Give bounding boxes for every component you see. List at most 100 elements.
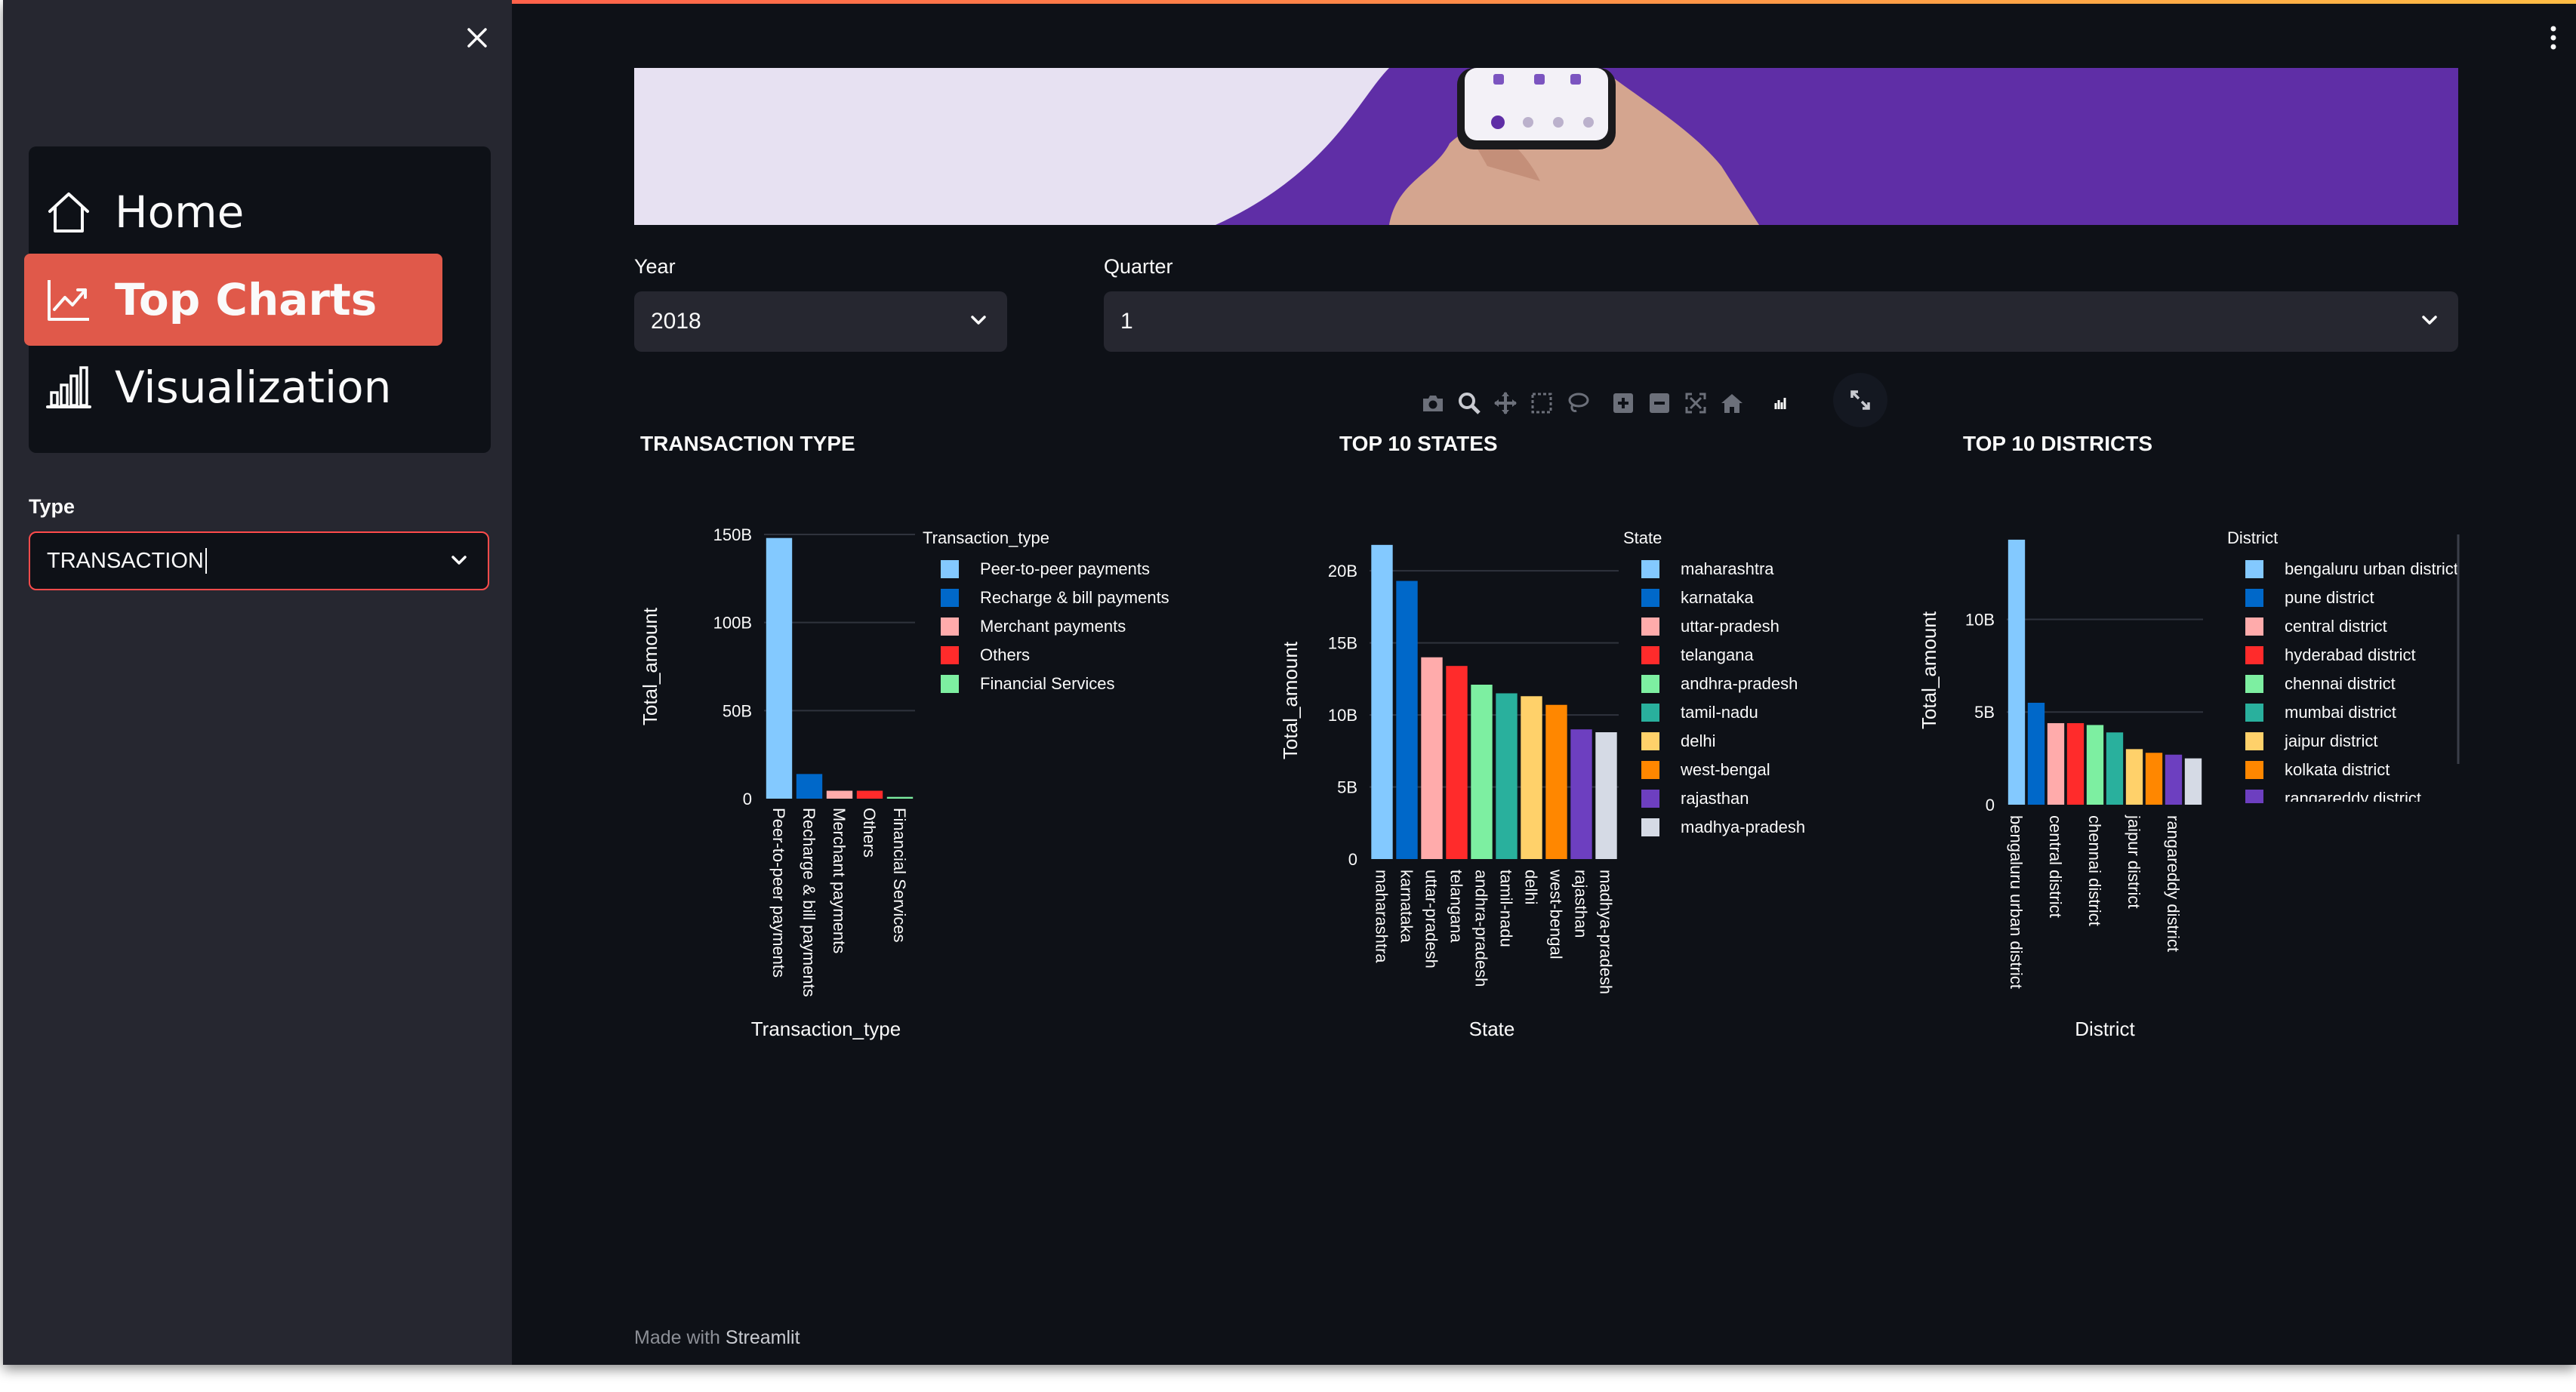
legend-swatch [1641, 818, 1659, 836]
bar [1446, 666, 1468, 859]
x-tick-label: delhi [1522, 870, 1541, 904]
legend-swatch [1641, 790, 1659, 808]
y-tick-label: 0 [1348, 850, 1357, 869]
bar [2047, 722, 2065, 805]
legend-item: telangana [1681, 645, 1754, 664]
legend-swatch [2245, 646, 2263, 664]
bar [1595, 732, 1617, 859]
x-tick-label: Others [860, 808, 879, 858]
bar [2125, 749, 2143, 805]
legend-item: central district [2285, 617, 2387, 636]
legend-swatch [2245, 761, 2263, 779]
x-tick-label: telangana [1447, 870, 1466, 943]
bar [1471, 685, 1493, 859]
x-tick-label: chennai district [2085, 815, 2104, 926]
bar [1570, 729, 1592, 859]
bar [2066, 722, 2085, 805]
x-tick-label: madhya-pradesh [1597, 870, 1616, 994]
legend-swatch [1641, 560, 1659, 578]
x-tick-label: Peer-to-peer payments [769, 808, 788, 978]
bar [826, 790, 853, 799]
bar [796, 774, 823, 799]
bar [1371, 544, 1393, 859]
bar [2145, 753, 2163, 805]
legend-item: karnataka [1681, 588, 1754, 607]
streamlit-app: Home Top Charts Visualization Type TRANS… [3, 0, 2576, 1365]
legend-title: State [1623, 528, 1662, 547]
y-tick-label: 150B [713, 525, 752, 544]
legend-swatch [941, 560, 959, 578]
legend-item: west-bengal [1680, 760, 1770, 779]
legend-item: pune district [2285, 588, 2374, 607]
footer: Made with Streamlit [634, 1327, 800, 1349]
legend-item: kolkata district [2285, 760, 2390, 779]
legend-item: chennai district [2285, 674, 2396, 693]
legend-swatch [2245, 560, 2263, 578]
bar [1545, 704, 1567, 859]
legend-title: Transaction_type [923, 528, 1049, 547]
legend-clip-mask [2221, 802, 2508, 832]
bar [2086, 725, 2104, 805]
y-axis-title: Total_amount [639, 607, 661, 725]
bar [2106, 732, 2124, 805]
legend-swatch [1641, 704, 1659, 722]
y-tick-label: 100B [713, 614, 752, 633]
bar [1396, 581, 1418, 859]
legend-swatch [2245, 675, 2263, 693]
x-tick-label: bengaluru urban district [2007, 815, 2026, 989]
legend-item: Financial Services [980, 674, 1115, 693]
legend-swatch [941, 617, 959, 636]
legend-item: rajasthan [1681, 789, 1749, 808]
legend-swatch [2245, 793, 2263, 803]
x-tick-label: karnataka [1397, 870, 1416, 943]
legend-item: uttar-pradesh [1681, 617, 1779, 636]
x-tick-label: maharashtra [1373, 870, 1391, 963]
legend-swatch [2245, 589, 2263, 607]
x-tick-label: Merchant payments [830, 808, 849, 953]
legend-swatch [941, 589, 959, 607]
x-tick-label: rangareddy district [2164, 815, 2183, 952]
y-tick-label: 50B [723, 701, 752, 720]
legend-item: Peer-to-peer payments [980, 559, 1150, 578]
y-axis-title: Total_amount [1279, 641, 1302, 759]
footer-prefix: Made with [634, 1327, 720, 1348]
y-tick-label: 5B [1337, 778, 1357, 797]
y-tick-label: 15B [1328, 634, 1357, 653]
legend-item: Others [980, 645, 1030, 664]
legend-item: bengaluru urban district [2285, 559, 2458, 578]
legend-swatch [1641, 646, 1659, 664]
x-tick-label: west-bengal [1547, 869, 1566, 959]
legend-item: maharashtra [1681, 559, 1774, 578]
bar [1521, 696, 1542, 859]
x-axis-title: District [2075, 1018, 2135, 1040]
legend-swatch [941, 675, 959, 693]
legend-item: Recharge & bill payments [980, 588, 1169, 607]
legend-item: tamil-nadu [1681, 703, 1758, 722]
x-tick-label: Financial Services [890, 808, 909, 943]
legend-item: andhra-pradesh [1681, 674, 1798, 693]
x-axis-title: State [1469, 1018, 1515, 1040]
legend-title: District [2227, 528, 2278, 547]
legend-item: madhya-pradesh [1681, 818, 1805, 836]
legend-swatch [2245, 617, 2263, 636]
bar [2165, 754, 2183, 805]
x-tick-label: rajasthan [1572, 870, 1591, 938]
bar [2027, 702, 2045, 805]
streamlit-link[interactable]: Streamlit [726, 1327, 800, 1348]
legend-swatch [2245, 732, 2263, 750]
y-tick-label: 10B [1965, 610, 1995, 629]
bar [2184, 758, 2202, 805]
bar [1421, 657, 1443, 859]
x-tick-label: tamil-nadu [1497, 870, 1516, 947]
legend-item: mumbai district [2285, 703, 2396, 722]
legend-item: jaipur district [2284, 731, 2377, 750]
x-tick-label: jaipur district [2125, 815, 2143, 908]
x-tick-label: uttar-pradesh [1422, 870, 1441, 969]
legend-swatch [1641, 589, 1659, 607]
bar [886, 796, 914, 799]
bar [856, 790, 883, 799]
legend-swatch [941, 646, 959, 664]
legend-item: Merchant payments [980, 617, 1126, 636]
y-tick-label: 10B [1328, 706, 1357, 725]
legend-swatch [1641, 732, 1659, 750]
